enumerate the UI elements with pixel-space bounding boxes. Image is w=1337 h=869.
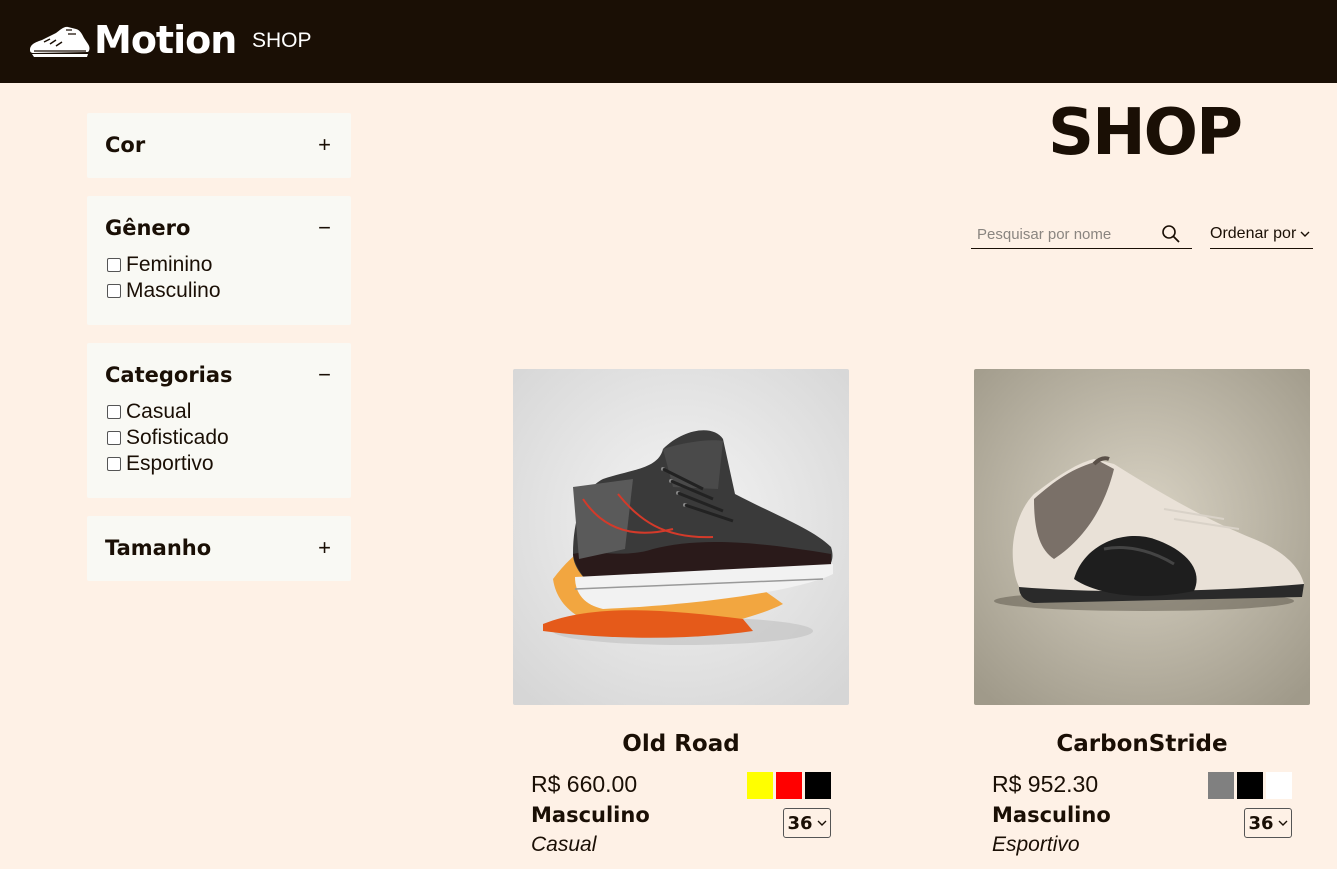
chevron-down-icon	[817, 820, 827, 826]
product-gender: Masculino	[531, 803, 650, 827]
filter-color-header[interactable]: Cor +	[87, 113, 351, 177]
filter-option-casual[interactable]: Casual	[107, 399, 351, 425]
product-gender: Masculino	[992, 803, 1111, 827]
checkbox[interactable]	[107, 405, 121, 419]
sort-label: Ordenar por	[1210, 225, 1297, 242]
checkbox[interactable]	[107, 457, 121, 471]
filter-categories: Categorias − Casual Sofisticado Esportiv…	[87, 343, 351, 498]
product-price: R$ 660.00	[531, 771, 638, 797]
color-swatch-white[interactable]	[1266, 772, 1292, 799]
filter-option-masculino[interactable]: Masculino	[107, 278, 351, 304]
filter-gender: Gênero − Feminino Masculino	[87, 196, 351, 325]
sneaker-icon	[30, 26, 90, 57]
filter-color-title: Cor	[105, 133, 146, 157]
minus-icon[interactable]: −	[318, 364, 331, 386]
option-label: Esportivo	[126, 452, 214, 475]
filter-color: Cor +	[87, 113, 351, 178]
product-card[interactable]: Old Road R$ 660.00 Masculino Casual 36	[513, 369, 849, 857]
color-swatches	[747, 772, 831, 799]
top-navbar: Motion SHOP	[0, 0, 1337, 83]
brand-logo[interactable]: Motion	[28, 18, 237, 62]
size-select[interactable]: 36	[783, 808, 831, 838]
chevron-down-icon	[1278, 820, 1288, 826]
checkbox[interactable]	[107, 431, 121, 445]
size-value: 36	[1248, 812, 1274, 834]
product-name[interactable]: CarbonStride	[974, 731, 1310, 761]
sort-dropdown[interactable]: Ordenar por	[1210, 220, 1313, 249]
option-label: Sofisticado	[126, 426, 229, 449]
option-label: Casual	[126, 400, 192, 423]
plus-icon[interactable]: +	[318, 537, 331, 559]
product-category: Casual	[531, 833, 597, 856]
filter-gender-header[interactable]: Gênero −	[87, 196, 351, 260]
filter-option-feminino[interactable]: Feminino	[107, 252, 351, 278]
color-swatch-yellow[interactable]	[747, 772, 773, 799]
filter-size: Tamanho +	[87, 516, 351, 581]
search-input[interactable]	[971, 225, 1161, 243]
search-icon[interactable]	[1161, 224, 1181, 244]
product-name[interactable]: Old Road	[513, 731, 849, 761]
search-box	[971, 220, 1192, 249]
color-swatch-black[interactable]	[805, 772, 831, 799]
minus-icon[interactable]: −	[318, 217, 331, 239]
checkbox[interactable]	[107, 284, 121, 298]
plus-icon[interactable]: +	[318, 134, 331, 156]
product-image-old-road	[513, 369, 849, 705]
option-label: Masculino	[126, 279, 221, 302]
brand-name: Motion	[94, 18, 237, 62]
product-category: Esportivo	[992, 833, 1080, 856]
option-label: Feminino	[126, 253, 213, 276]
filter-categories-header[interactable]: Categorias −	[87, 343, 351, 407]
product-image[interactable]	[974, 369, 1310, 705]
product-price: R$ 952.30	[992, 771, 1099, 797]
filter-size-header[interactable]: Tamanho +	[87, 516, 351, 580]
color-swatch-black[interactable]	[1237, 772, 1263, 799]
filter-option-esportivo[interactable]: Esportivo	[107, 451, 351, 477]
product-card[interactable]: CarbonStride R$ 952.30 Masculino Esporti…	[974, 369, 1310, 857]
product-image[interactable]	[513, 369, 849, 705]
filter-size-title: Tamanho	[105, 536, 212, 560]
color-swatch-gray[interactable]	[1208, 772, 1234, 799]
filter-gender-title: Gênero	[105, 216, 191, 240]
size-value: 36	[787, 812, 813, 834]
filter-categories-title: Categorias	[105, 363, 233, 387]
color-swatch-red[interactable]	[776, 772, 802, 799]
size-select[interactable]: 36	[1244, 808, 1292, 838]
filter-option-sofisticado[interactable]: Sofisticado	[107, 425, 351, 451]
checkbox[interactable]	[107, 258, 121, 272]
color-swatches	[1208, 772, 1292, 799]
chevron-down-icon	[1300, 231, 1310, 237]
product-image-carbonstride	[974, 369, 1310, 705]
page-title: SHOP	[1048, 96, 1243, 170]
nav-link-shop[interactable]: SHOP	[252, 29, 312, 53]
